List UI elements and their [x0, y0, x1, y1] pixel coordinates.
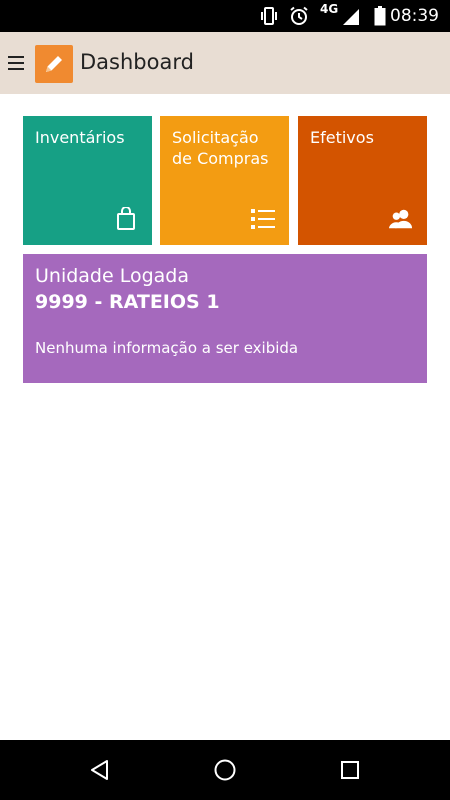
tile-inventarios[interactable]: Inventários — [23, 116, 152, 245]
tile-efetivos[interactable]: Efetivos — [298, 116, 427, 245]
tile-label: Efetivos — [310, 128, 374, 147]
pencil-icon — [35, 45, 73, 83]
back-icon[interactable] — [87, 757, 113, 783]
users-icon — [389, 207, 413, 231]
page-title: Dashboard — [80, 50, 194, 74]
network-type: 4G — [320, 2, 339, 16]
tile-label: Inventários — [35, 128, 125, 147]
signal-icon — [340, 6, 362, 26]
recents-icon[interactable] — [337, 757, 363, 783]
unit-code: 9999 - RATEIOS 1 — [35, 291, 220, 313]
status-bar: 4G 08:39 — [0, 0, 450, 32]
tile-label: Solicitação de Compras — [172, 128, 269, 168]
hamburger-icon[interactable] — [8, 54, 26, 72]
unit-card-title: Unidade Logada — [35, 265, 190, 287]
tile-solicitacao-compras[interactable]: Solicitação de Compras — [160, 116, 289, 245]
clock: 08:39 — [390, 6, 439, 26]
alarm-icon — [289, 6, 309, 26]
app-bar: Dashboard — [0, 32, 450, 94]
vibrate-icon — [259, 6, 279, 26]
shopping-bag-icon — [114, 207, 138, 231]
logged-unit-card: Unidade Logada 9999 - RATEIOS 1 Nenhuma … — [23, 254, 427, 383]
battery-icon — [373, 6, 387, 26]
list-icon — [251, 207, 275, 231]
unit-info-message: Nenhuma informação a ser exibida — [35, 339, 299, 357]
navigation-bar — [0, 740, 450, 800]
home-icon[interactable] — [212, 757, 238, 783]
